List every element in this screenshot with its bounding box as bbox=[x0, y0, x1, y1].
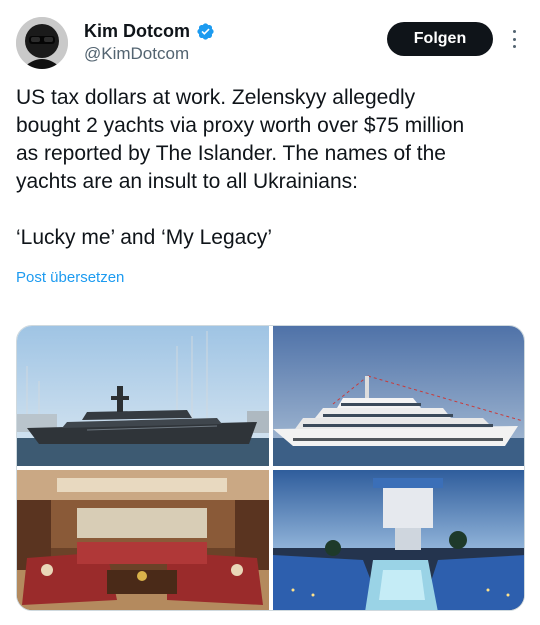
tweet-line: ‘Lucky me’ and ‘My Legacy’ bbox=[16, 226, 272, 249]
media-grid bbox=[16, 325, 525, 611]
follow-button[interactable]: Folgen bbox=[387, 22, 493, 56]
tweet-line: as reported by The Islander. The names o… bbox=[16, 142, 446, 165]
avatar-image bbox=[16, 17, 68, 69]
translate-link[interactable]: Post übersetzen bbox=[16, 269, 124, 286]
dark-yacht-in-marina-photo[interactable] bbox=[17, 326, 269, 466]
more-vertical-icon[interactable] bbox=[506, 28, 522, 50]
tweet-line: bought 2 yachts via proxy worth over $75… bbox=[16, 114, 465, 137]
white-yacht-at-sea-photo[interactable] bbox=[273, 326, 524, 466]
display-name[interactable]: Kim Dotcom bbox=[84, 20, 190, 42]
tweet-line: US tax dollars at work. Zelenskyy allege… bbox=[16, 86, 416, 109]
author-names: Kim Dotcom @KimDotcom bbox=[84, 20, 215, 65]
verified-badge-icon[interactable] bbox=[196, 22, 215, 41]
tweet-header: Kim Dotcom @KimDotcom Folgen bbox=[16, 14, 526, 74]
avatar[interactable] bbox=[16, 17, 68, 69]
tweet-text: US tax dollars at work. Zelenskyy allege… bbox=[16, 84, 521, 252]
yacht-pool-deck-photo[interactable] bbox=[273, 470, 524, 610]
handle[interactable]: @KimDotcom bbox=[84, 43, 215, 65]
yacht-salon-interior-photo[interactable] bbox=[17, 470, 269, 610]
tweet-line: yachts are an insult to all Ukrainians: bbox=[16, 170, 358, 193]
